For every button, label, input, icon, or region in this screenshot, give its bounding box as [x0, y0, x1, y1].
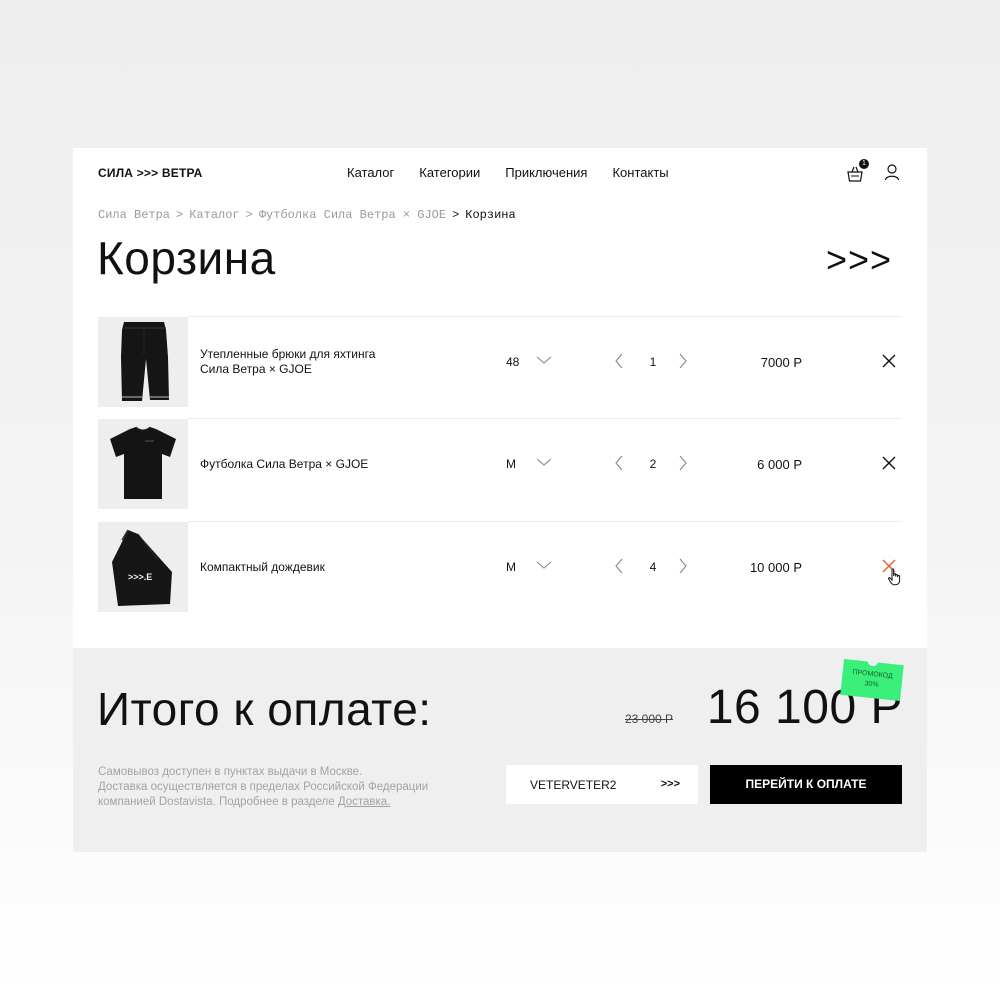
bag-print-text: >>>.E	[128, 572, 152, 582]
user-icon[interactable]	[884, 163, 900, 181]
old-price: 23 000 Р	[625, 712, 674, 726]
delivery-line: компанией Dostavista. Подробнее в раздел…	[98, 795, 468, 810]
promo-code-input[interactable]	[530, 765, 650, 804]
breadcrumb-separator: >	[452, 208, 460, 222]
main-nav: Каталог Категории Приключения Контакты	[347, 165, 669, 180]
nav-adventures[interactable]: Приключения	[505, 165, 587, 180]
promo-code-box: >>>	[506, 765, 698, 804]
item-name-line1: Компактный дождевик	[200, 560, 325, 574]
item-name[interactable]: Компактный дождевик	[200, 560, 400, 575]
promo-apply-button[interactable]: >>>	[661, 778, 680, 790]
item-price: 7000 Р	[760, 355, 802, 370]
nav-catalog[interactable]: Каталог	[347, 165, 394, 180]
quantity-value: 1	[649, 355, 657, 369]
chevron-right-icon[interactable]	[678, 455, 688, 471]
quantity-value: 4	[649, 560, 657, 574]
cart-item: >>>.E Компактный дождевик M 4 10 000 Р	[98, 522, 902, 612]
promo-sticker: ПРОМОКОД 30%	[840, 658, 904, 702]
size-value: M	[506, 457, 516, 471]
chevron-right-icon[interactable]	[678, 353, 688, 369]
chevron-left-icon[interactable]	[614, 353, 624, 369]
nav-categories[interactable]: Категории	[419, 165, 480, 180]
item-name[interactable]: Утепленные брюки для яхтинга Сила Ветра …	[200, 347, 400, 377]
delivery-info: Самовывоз доступен в пунктах выдачи в Мо…	[98, 765, 468, 810]
breadcrumb-product[interactable]: Футболка Сила Ветра × GJOE	[259, 208, 446, 222]
size-value: M	[506, 560, 516, 574]
breadcrumb-catalog[interactable]: Каталог	[189, 208, 239, 222]
hand-cursor-icon	[888, 568, 901, 586]
delivery-line: Доставка осуществляется в пределах Росси…	[98, 781, 429, 793]
cart-item: Футболка Сила Ветра × GJOE M 2 6 000 Р	[98, 419, 902, 509]
quantity-value: 2	[649, 457, 657, 471]
cart-count-badge: 1	[859, 159, 869, 169]
checkout-button[interactable]: ПЕРЕЙТИ К ОПЛАТЕ	[710, 765, 902, 804]
breadcrumb-separator: >	[245, 208, 253, 222]
chevron-down-icon[interactable]	[536, 457, 552, 467]
item-name-line1: Футболка Сила Ветра × GJOE	[200, 457, 369, 471]
close-icon[interactable]	[882, 456, 896, 470]
delivery-line: Самовывоз доступен в пунктах выдачи в Мо…	[98, 766, 363, 778]
chevron-right-icon[interactable]	[678, 558, 688, 574]
nav-contacts[interactable]: Контакты	[612, 165, 668, 180]
breadcrumb-current: Корзина	[465, 208, 516, 222]
product-image-pants[interactable]	[98, 317, 188, 407]
item-name[interactable]: Футболка Сила Ветра × GJOE	[200, 457, 400, 472]
cart-item: Утепленные брюки для яхтинга Сила Ветра …	[98, 317, 902, 407]
delivery-line-text: компанией Dostavista. Подробнее в раздел…	[98, 796, 338, 808]
page-title: Корзина	[97, 232, 276, 284]
item-price: 10 000 Р	[749, 560, 802, 575]
total-label: Итого к оплате:	[97, 683, 432, 735]
item-price: 6 000 Р	[757, 457, 802, 472]
close-icon[interactable]	[882, 354, 896, 368]
breadcrumb-separator: >	[176, 208, 184, 222]
breadcrumb: Сила Ветра > Каталог > Футболка Сила Вет…	[98, 208, 516, 222]
breadcrumb-home[interactable]: Сила Ветра	[98, 208, 170, 222]
chevron-left-icon[interactable]	[614, 455, 624, 471]
item-name-line2: Сила Ветра × GJOE	[200, 362, 312, 376]
cart-card: СИЛА >>> ВЕТРА Каталог Категории Приключ…	[73, 148, 927, 648]
item-name-line1: Утепленные брюки для яхтинга	[200, 347, 376, 361]
chevron-left-icon[interactable]	[614, 558, 624, 574]
logo[interactable]: СИЛА >>> ВЕТРА	[98, 166, 202, 180]
size-value: 48	[506, 355, 520, 369]
chevron-down-icon[interactable]	[536, 560, 552, 570]
order-summary: Итого к оплате: 23 000 Р 16 100 Р ПРОМОК…	[73, 648, 927, 852]
delivery-link[interactable]: Доставка.	[338, 796, 391, 808]
chevron-down-icon[interactable]	[536, 355, 552, 365]
product-image-tshirt[interactable]	[98, 419, 188, 509]
product-image-raincoat[interactable]: >>>.E	[98, 522, 188, 612]
title-arrows-decoration: >>>	[826, 239, 893, 280]
